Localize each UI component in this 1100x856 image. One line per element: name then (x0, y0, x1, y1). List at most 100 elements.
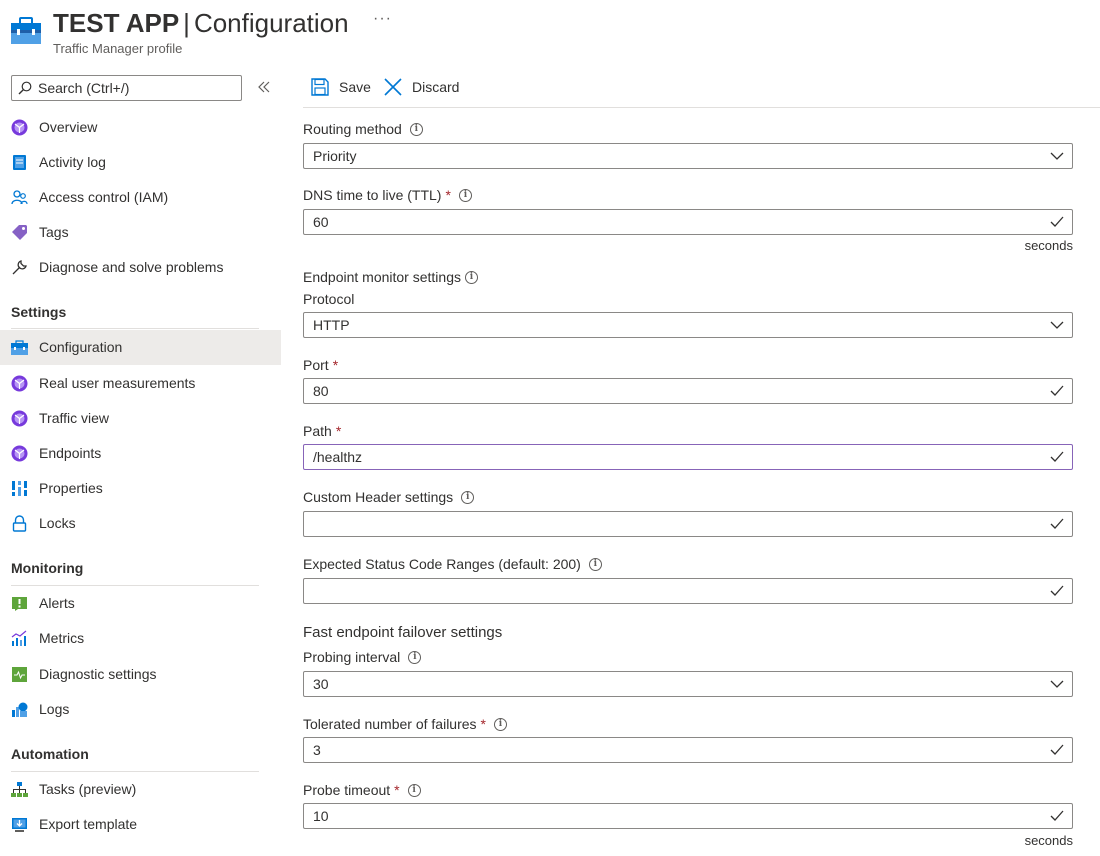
settings-section-title: Settings (11, 304, 67, 320)
toolbox-icon (11, 340, 28, 355)
sidebar-search[interactable] (11, 75, 242, 101)
sidebar-item-label: Overview (39, 119, 98, 135)
sidebar-item-locks[interactable]: Locks (0, 506, 281, 541)
probing-interval-dropdown[interactable]: 30 (303, 671, 1073, 697)
info-icon[interactable]: i (494, 717, 507, 731)
probe-timeout-value: 10 (313, 808, 329, 824)
tolerated-failures-value: 3 (313, 742, 321, 758)
info-icon[interactable]: i (461, 490, 475, 504)
sidebar-item-label: Activity log (39, 154, 106, 170)
required-marker: * (394, 782, 400, 798)
sidebar-item-alerts[interactable]: Alerts (0, 586, 281, 621)
page-name: Configuration (193, 8, 349, 38)
toolbar-divider (303, 107, 1100, 108)
sidebar-item-label: Logs (39, 701, 70, 717)
sidebar-item-diagnostic-settings[interactable]: Diagnostic settings (0, 657, 281, 692)
page-title: TEST APP | Configuration (53, 6, 349, 40)
sidebar-item-label: Diagnostic settings (39, 666, 157, 682)
sidebar-item-endpoints[interactable]: Endpoints (0, 436, 281, 471)
sidebar-item-label: Alerts (39, 595, 75, 611)
sidebar-item-export-template[interactable]: Export template (0, 807, 281, 842)
people-icon (11, 190, 28, 205)
save-button[interactable]: Save (310, 76, 371, 98)
sidebar-item-tasks[interactable]: Tasks (preview) (0, 772, 281, 807)
sidebar-item-label: Traffic view (39, 410, 110, 426)
protocol-dropdown[interactable]: HTTP (303, 312, 1073, 338)
sidebar-item-properties[interactable]: Properties (0, 471, 281, 506)
sidebar-item-logs[interactable]: Logs (0, 692, 281, 727)
probe-timeout-label-text: Probe timeout (303, 782, 391, 798)
sidebar-item-metrics[interactable]: Metrics (0, 621, 281, 656)
path-label-text: Path (303, 423, 332, 439)
metrics-icon (11, 630, 27, 646)
traffic-manager-icon (11, 410, 28, 427)
path-label: Path * (303, 423, 341, 439)
checkmark-icon (1050, 385, 1064, 396)
info-icon[interactable]: i (409, 122, 423, 136)
probing-interval-value: 30 (313, 676, 329, 692)
protocol-label: Protocol (303, 291, 354, 307)
title-separator: | (183, 8, 190, 38)
discard-button[interactable]: Discard (383, 76, 459, 98)
path-input[interactable]: /healthz (303, 444, 1073, 470)
probe-timeout-input[interactable]: 10 (303, 803, 1073, 829)
page-subtitle: Traffic Manager profile (53, 41, 183, 56)
sidebar-item-label: Access control (IAM) (39, 189, 169, 205)
sidebar-item-real-user-measurements[interactable]: Real user measurements (0, 366, 281, 401)
tolerated-failures-label: Tolerated number of failures * i (303, 716, 507, 732)
info-icon[interactable]: i (464, 270, 478, 284)
search-input[interactable] (38, 79, 236, 97)
custom-header-label: Custom Header settings i (303, 489, 475, 505)
tasks-icon (11, 782, 28, 797)
checkmark-icon (1050, 216, 1064, 227)
required-marker: * (480, 716, 486, 732)
sidebar-item-label: Endpoints (39, 445, 102, 461)
sidebar-item-activity-log[interactable]: Activity log (0, 145, 281, 180)
required-marker: * (332, 357, 339, 373)
custom-header-input[interactable] (303, 511, 1073, 537)
info-icon[interactable]: i (407, 783, 421, 797)
sidebar-item-label: Tags (39, 224, 69, 240)
routing-method-dropdown[interactable]: Priority (303, 143, 1073, 169)
port-label-text: Port (303, 357, 329, 373)
sidebar-item-tags[interactable]: Tags (0, 215, 281, 250)
sidebar-item-label: Diagnose and solve problems (39, 259, 224, 275)
sidebar-item-diagnose[interactable]: Diagnose and solve problems (0, 250, 281, 285)
probe-timeout-label: Probe timeout * i (303, 782, 421, 798)
info-icon[interactable]: i (458, 188, 472, 202)
dns-ttl-input[interactable]: 60 (303, 209, 1073, 235)
sidebar-item-access-control[interactable]: Access control (IAM) (0, 180, 281, 215)
sidebar-item-label: Locks (39, 515, 76, 531)
settings-divider (11, 328, 259, 329)
endpoint-monitor-title-text: Endpoint monitor settings (303, 269, 461, 285)
chevron-down-icon (1050, 152, 1064, 160)
sidebar-item-configuration[interactable]: Configuration (0, 330, 281, 365)
routing-method-value: Priority (313, 148, 357, 164)
dns-ttl-label-text: DNS time to live (TTL) (303, 187, 442, 203)
dns-ttl-label: DNS time to live (TTL) * i (303, 187, 472, 203)
info-icon[interactable]: i (408, 650, 422, 664)
dns-ttl-units: seconds (1024, 238, 1073, 253)
close-icon (384, 78, 402, 96)
more-options-button[interactable]: ··· (373, 10, 392, 28)
traffic-manager-icon (11, 445, 28, 462)
tolerated-failures-input[interactable]: 3 (303, 737, 1073, 763)
endpoint-monitor-title: Endpoint monitor settings i (303, 269, 478, 285)
routing-method-label-text: Routing method (303, 121, 402, 137)
sidebar-item-label: Tasks (preview) (39, 781, 137, 797)
checkmark-icon (1050, 451, 1064, 462)
port-input[interactable]: 80 (303, 378, 1073, 404)
search-icon (18, 81, 32, 95)
wrench-icon (12, 260, 27, 275)
port-label: Port * (303, 357, 338, 373)
properties-icon (11, 481, 28, 496)
traffic-manager-icon (11, 119, 28, 136)
routing-method-label: Routing method i (303, 121, 423, 137)
collapse-sidebar-icon[interactable] (257, 78, 271, 96)
save-icon (311, 78, 329, 96)
sidebar-item-traffic-view[interactable]: Traffic view (0, 401, 281, 436)
tag-icon (12, 225, 27, 240)
sidebar-item-overview[interactable]: Overview (0, 110, 281, 145)
info-icon[interactable]: i (588, 557, 602, 571)
expected-status-input[interactable] (303, 578, 1073, 604)
